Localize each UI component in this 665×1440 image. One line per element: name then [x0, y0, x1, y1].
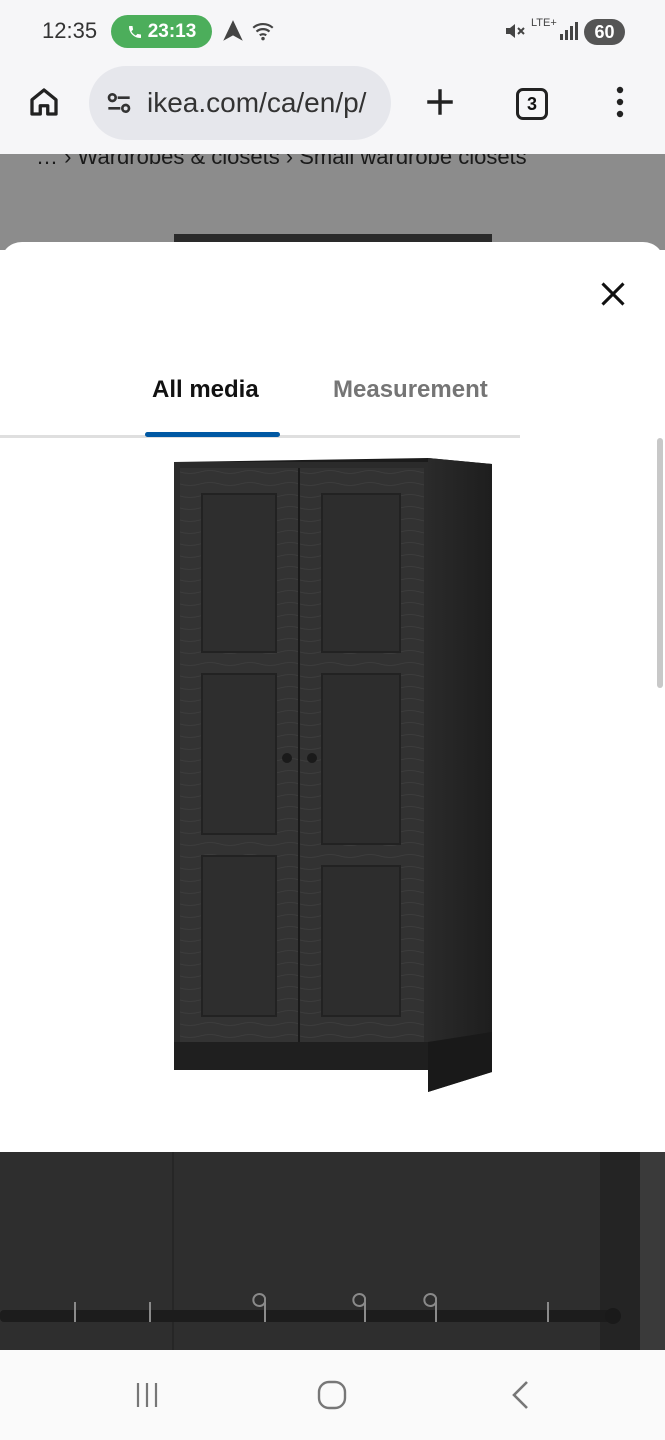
- close-icon: [601, 282, 625, 306]
- breadcrumb: … › Wardrobes & closets › Small wardrobe…: [36, 154, 527, 169]
- system-nav-bar: [0, 1350, 665, 1440]
- back-button[interactable]: [500, 1375, 540, 1415]
- new-tab-button[interactable]: [418, 80, 462, 124]
- close-button[interactable]: [594, 275, 632, 313]
- signal-icon: [560, 22, 578, 40]
- battery-indicator: 60: [584, 19, 625, 45]
- call-indicator[interactable]: 23:13: [111, 15, 212, 48]
- browser-toolbar: ikea.com/ca/en/p/ 3: [0, 62, 665, 154]
- recents-button[interactable]: [126, 1375, 168, 1415]
- call-timer: 23:13: [147, 20, 197, 42]
- nav-arrow-icon: [223, 20, 243, 41]
- back-icon: [512, 1381, 528, 1409]
- home-nav-button[interactable]: [310, 1375, 354, 1415]
- tab-active-indicator: [145, 432, 280, 437]
- home-nav-icon: [317, 1380, 347, 1410]
- tune-icon[interactable]: [103, 87, 135, 119]
- more-vert-icon: [616, 86, 624, 118]
- media-tabs: All media Measurement: [0, 362, 665, 438]
- network-type: LTE+: [531, 17, 557, 29]
- status-time: 12:35: [42, 18, 98, 43]
- tab-count: 3: [516, 88, 548, 120]
- home-icon: [30, 88, 58, 116]
- wifi-icon: [252, 23, 274, 41]
- tab-switcher-button[interactable]: 3: [512, 84, 552, 124]
- media-modal: All media Measurement: [0, 242, 665, 1350]
- product-image-interior[interactable]: [0, 1152, 665, 1350]
- url-text: ikea.com/ca/en/p/: [147, 87, 367, 118]
- mute-icon: [506, 24, 525, 38]
- background-page: … › Wardrobes & closets › Small wardrobe…: [0, 154, 665, 250]
- recents-icon: [136, 1383, 158, 1407]
- tab-measurement[interactable]: Measurement: [333, 376, 488, 404]
- tab-all-media[interactable]: All media: [152, 376, 259, 404]
- status-bar: 12:35 23:13 LTE+ 60: [0, 0, 665, 62]
- scrollbar[interactable]: [657, 438, 663, 688]
- phone-icon: [128, 25, 141, 38]
- product-image-wardrobe[interactable]: [0, 442, 655, 1142]
- home-button[interactable]: [22, 80, 66, 124]
- menu-button[interactable]: [600, 80, 640, 124]
- url-bar[interactable]: ikea.com/ca/en/p/: [89, 66, 391, 140]
- plus-icon: [427, 89, 453, 115]
